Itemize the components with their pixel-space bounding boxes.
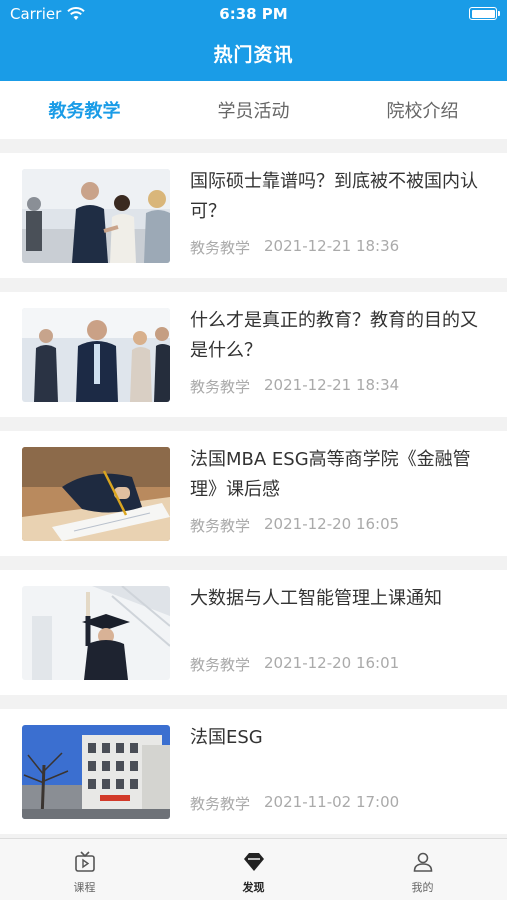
article-title: 什么才是真正的教育？教育的目的又是什么？ [190, 310, 478, 361]
tabbar-label: 发现 [242, 881, 265, 894]
article-category: 教务教学 [190, 795, 251, 813]
article-item[interactable]: 大数据与人工智能管理上课通知 教务教学 2021-12-20 16:01 [0, 570, 507, 695]
article-item[interactable]: 什么才是真正的教育？教育的目的又是什么？ 教务教学 2021-12-21 18:… [0, 292, 507, 417]
article-meta: 教务教学 2021-12-21 18:36 [190, 237, 399, 258]
article-title: 法国MBA ESG高等商学院《金融管理》课后感 [190, 449, 471, 500]
article-date: 2021-12-20 16:05 [264, 515, 400, 533]
article-title: 法国ESG [190, 727, 263, 748]
tab-teaching[interactable]: 教务教学 [0, 81, 169, 139]
article-thumbnail [22, 447, 170, 541]
article-item[interactable]: 法国MBA ESG高等商学院《金融管理》课后感 教务教学 2021-12-20 … [0, 431, 507, 556]
article-thumbnail [22, 725, 170, 819]
status-bar: Carrier 6:38 PM [0, 0, 507, 28]
article-meta: 教务教学 2021-12-20 16:05 [190, 515, 399, 536]
play-screen-icon [74, 851, 95, 872]
tab-school-intro[interactable]: 院校介绍 [338, 81, 507, 139]
person-icon [413, 852, 432, 872]
article-category: 教务教学 [190, 517, 251, 535]
header: Carrier 6:38 PM 热门资讯 [0, 0, 507, 81]
article-list: 国际硕士靠谱吗？到底被不被国内认可？ 教务教学 2021-12-21 18:36 [0, 153, 507, 848]
diamond-icon [243, 853, 264, 871]
article-category: 教务教学 [190, 656, 251, 674]
article-date: 2021-11-02 17:00 [264, 793, 400, 811]
article-category: 教务教学 [190, 378, 251, 396]
status-time: 6:38 PM [219, 5, 288, 23]
article-meta: 教务教学 2021-11-02 17:00 [190, 793, 399, 814]
article-thumbnail [22, 169, 170, 263]
article-thumbnail [22, 308, 170, 402]
article-date: 2021-12-21 18:34 [264, 376, 400, 394]
article-date: 2021-12-20 16:01 [264, 654, 400, 672]
tab-student-activities[interactable]: 学员活动 [169, 81, 338, 139]
tabbar-courses[interactable]: 课程 [0, 839, 169, 900]
article-item[interactable]: 国际硕士靠谱吗？到底被不被国内认可？ 教务教学 2021-12-21 18:36 [0, 153, 507, 278]
page-title: 热门资讯 [213, 44, 294, 66]
bottom-tab-bar: 课程 发现 我的 [0, 838, 507, 900]
article-item[interactable]: 法国ESG 教务教学 2021-11-02 17:00 [0, 709, 507, 834]
article-category: 教务教学 [190, 239, 251, 257]
tabbar-profile[interactable]: 我的 [338, 839, 507, 900]
app-screen: Carrier 6:38 PM 热门资讯 教务教学 学员活动 院校介绍 国际硕士… [0, 0, 507, 900]
battery-icon [469, 7, 500, 20]
article-title: 国际硕士靠谱吗？到底被不被国内认可？ [190, 171, 478, 222]
article-meta: 教务教学 2021-12-21 18:34 [190, 376, 399, 397]
tabbar-label: 我的 [411, 881, 434, 894]
article-thumbnail [22, 586, 170, 680]
tabbar-discover[interactable]: 发现 [169, 839, 338, 900]
article-title: 大数据与人工智能管理上课通知 [190, 588, 442, 609]
category-tabs: 教务教学 学员活动 院校介绍 [0, 81, 507, 139]
article-meta: 教务教学 2021-12-20 16:01 [190, 654, 399, 675]
tabbar-label: 课程 [73, 881, 96, 894]
article-date: 2021-12-21 18:36 [264, 237, 400, 255]
